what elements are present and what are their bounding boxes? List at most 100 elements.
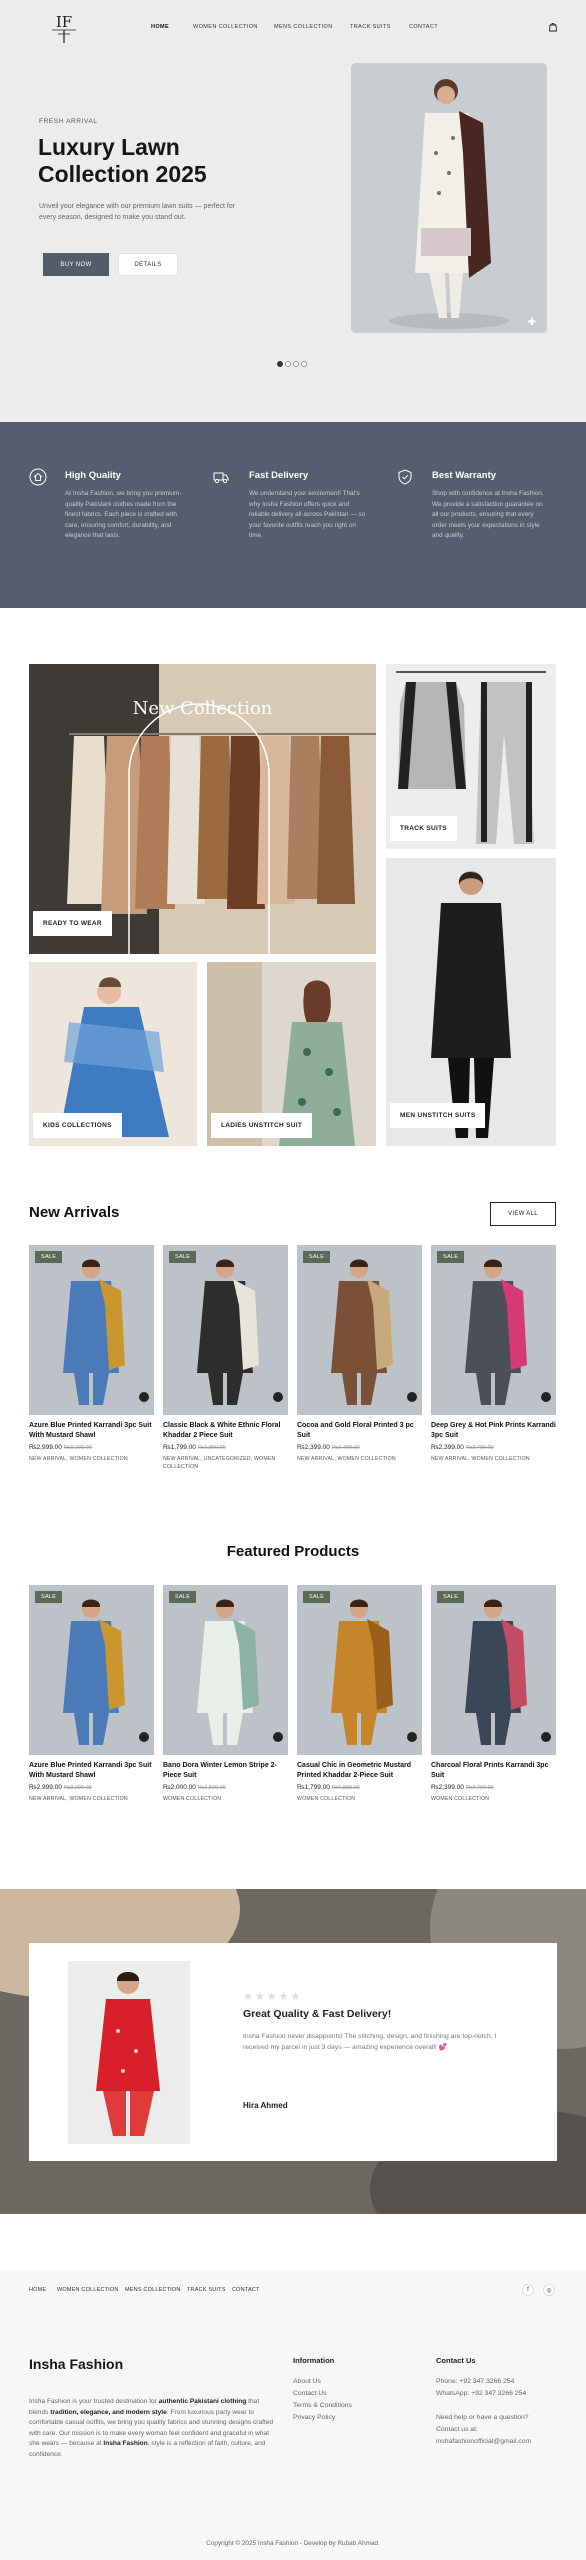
contact-help: Need help or have a question? (436, 2414, 529, 2421)
facebook-icon[interactable]: f (522, 2284, 534, 2296)
footer-link-contact[interactable]: Contact Us (293, 2390, 327, 2397)
product-categories[interactable]: WOMEN COLLECTION (297, 1795, 422, 1803)
product-card[interactable]: SALE Deep Grey & Hot Pink Prints Karrandi… (431, 1245, 556, 1463)
feature-text: At Insha Fashion, we bring you premium-q… (65, 490, 182, 539)
collection-kids[interactable]: KIDS COLLECTIONS (29, 962, 197, 1146)
add-to-cart-icon[interactable] (541, 1732, 551, 1742)
buy-now-button[interactable]: BUY NOW (43, 253, 109, 276)
product-price: ₨1,799.00 ₨1,899.00 (163, 1444, 288, 1451)
sale-price: ₨2,399.00 (297, 1444, 330, 1451)
contact-email[interactable]: inshafashionofficial@gmail.com (436, 2438, 531, 2445)
sale-price: ₨1,799.00 (163, 1444, 196, 1451)
collection-ladies-unstitch-suit[interactable]: LADIES UNSTITCH SUIT (207, 962, 376, 1146)
product-image[interactable]: SALE (431, 1245, 556, 1415)
product-categories[interactable]: WOMEN COLLECTION (163, 1795, 288, 1803)
sale-badge: SALE (437, 1591, 465, 1603)
footer-nav-home[interactable]: HOME (29, 2287, 46, 2293)
old-price: ₨3,299.00 (63, 1445, 92, 1451)
product-image[interactable]: SALE (29, 1585, 154, 1755)
feature-text: We understand your excitement! That's wh… (249, 490, 366, 539)
collection-label[interactable]: LADIES UNSTITCH SUIT (211, 1113, 313, 1138)
footer-link-privacy[interactable]: Privacy Policy (293, 2414, 335, 2421)
product-categories[interactable]: NEW ARRIVAL, UNCATEGORIZED, WOMEN COLLEC… (163, 1455, 288, 1471)
product-image[interactable]: SALE (163, 1585, 288, 1755)
product-categories[interactable]: NEW ARRIVAL, WOMEN COLLECTION (431, 1455, 556, 1463)
hero-eyebrow: FRESH ARRIVAL (39, 118, 98, 125)
product-image[interactable]: SALE (297, 1245, 422, 1415)
product-image[interactable]: SALE (29, 1245, 154, 1415)
carousel-dot[interactable] (301, 361, 307, 367)
product-categories[interactable]: NEW ARRIVAL, WOMEN COLLECTION (29, 1795, 154, 1803)
product-name[interactable]: Charcoal Floral Prints Karrandi 3pc Suit (431, 1761, 556, 1781)
view-all-button[interactable]: VIEW ALL (490, 1202, 556, 1226)
cart-icon[interactable] (548, 22, 558, 32)
product-card[interactable]: SALE Charcoal Floral Prints Karrandi 3pc … (431, 1585, 556, 1803)
nav-contact[interactable]: CONTACT (409, 24, 438, 30)
sale-price: ₨2,999.00 (29, 1784, 62, 1791)
collection-men-unstitch-suits[interactable]: MEN UNSTITCH SUITS (386, 858, 556, 1146)
old-price: ₨2,799.00 (331, 1445, 360, 1451)
old-price: ₨2,500.00 (197, 1785, 226, 1791)
product-name[interactable]: Cocoa and Gold Floral Printed 3 pc Suit (297, 1421, 422, 1441)
product-card[interactable]: SALE Azure Blue Printed Karrandi 3pc Suit… (29, 1245, 154, 1463)
add-to-cart-icon[interactable] (273, 1732, 283, 1742)
brand-logo[interactable]: IF (44, 10, 84, 46)
product-categories[interactable]: NEW ARRIVAL, WOMEN COLLECTION (297, 1455, 422, 1463)
add-to-cart-icon[interactable] (407, 1732, 417, 1742)
product-name[interactable]: Bano Dora Winter Lemon Stripe 2-Piece Su… (163, 1761, 288, 1781)
product-card[interactable]: SALE Bano Dora Winter Lemon Stripe 2-Piec… (163, 1585, 288, 1803)
footer-nav-mens-collection[interactable]: MENS COLLECTION (125, 2287, 181, 2293)
site-header: IF HOME WOMEN COLLECTION MENS COLLECTION… (0, 0, 586, 56)
hero-model-image: ✚ (351, 63, 547, 333)
nav-track-suits[interactable]: TRACK SUITS (350, 24, 391, 30)
about-highlight: Insha Fashion (103, 2440, 148, 2448)
product-name[interactable]: Classic Black & White Ethnic Floral Khad… (163, 1421, 288, 1441)
product-card[interactable]: SALE Cocoa and Gold Floral Printed 3 pc S… (297, 1245, 422, 1463)
home-icon (29, 468, 47, 486)
collection-label[interactable]: MEN UNSTITCH SUITS (390, 1103, 486, 1128)
details-button[interactable]: DETAILS (118, 253, 178, 276)
collection-label[interactable]: READY TO WEAR (33, 911, 112, 936)
contact-phone: Phone: +92 347 3266 254 (436, 2378, 515, 2385)
nav-mens-collection[interactable]: MENS COLLECTION (274, 24, 333, 30)
collection-label[interactable]: TRACK SUITS (390, 816, 457, 841)
sale-price: ₨2,999.00 (29, 1444, 62, 1451)
product-categories[interactable]: NEW ARRIVAL, WOMEN COLLECTION (29, 1455, 154, 1463)
footer-link-about[interactable]: About Us (293, 2378, 321, 2385)
product-image[interactable]: SALE (163, 1245, 288, 1415)
carousel-dot[interactable] (293, 361, 299, 367)
product-name[interactable]: Azure Blue Printed Karrandi 3pc Suit Wit… (29, 1421, 154, 1441)
add-to-cart-icon[interactable] (407, 1392, 417, 1402)
collection-track-suits[interactable]: TRACK SUITS (386, 664, 556, 849)
featured-products-title: Featured Products (226, 1543, 360, 1560)
add-to-cart-icon[interactable] (139, 1392, 149, 1402)
footer-nav-contact[interactable]: CONTACT (232, 2287, 260, 2293)
carousel-dot[interactable] (285, 361, 291, 367)
footer-link-terms[interactable]: Terms & Conditions (293, 2402, 352, 2409)
product-card[interactable]: SALE Azure Blue Printed Karrandi 3pc Suit… (29, 1585, 154, 1803)
nav-home[interactable]: HOME (151, 24, 169, 30)
product-price: ₨1,799.00 ₨1,899.00 (297, 1784, 422, 1791)
product-name[interactable]: Casual Chic in Geometric Mustard Printed… (297, 1761, 422, 1781)
about-highlight: tradition, elegance, and modern style (50, 2408, 167, 2416)
add-to-cart-icon[interactable] (541, 1392, 551, 1402)
svg-text:IF: IF (56, 13, 72, 31)
add-to-cart-icon[interactable] (273, 1392, 283, 1402)
product-name[interactable]: Azure Blue Printed Karrandi 3pc Suit Wit… (29, 1761, 154, 1781)
collection-heading: New Collection (132, 698, 273, 719)
carousel-dot[interactable] (277, 361, 283, 367)
instagram-icon[interactable]: ◎ (543, 2284, 555, 2296)
nav-women-collection[interactable]: WOMEN COLLECTION (193, 24, 258, 30)
product-card[interactable]: SALE Casual Chic in Geometric Mustard Pri… (297, 1585, 422, 1803)
collection-ready-to-wear[interactable]: New Collection READY TO WEAR (29, 664, 376, 954)
product-name[interactable]: Deep Grey & Hot Pink Prints Karrandi 3pc… (431, 1421, 556, 1441)
product-image[interactable]: SALE (431, 1585, 556, 1755)
product-image[interactable]: SALE (297, 1585, 422, 1755)
feature-title: Best Warranty (432, 470, 497, 481)
collection-label[interactable]: KIDS COLLECTIONS (33, 1113, 122, 1138)
footer-nav-women-collection[interactable]: WOMEN COLLECTION (57, 2287, 119, 2293)
product-categories[interactable]: WOMEN COLLECTION (431, 1795, 556, 1803)
footer-nav-track-suits[interactable]: TRACK SUITS (187, 2287, 226, 2293)
add-to-cart-icon[interactable] (139, 1732, 149, 1742)
product-card[interactable]: SALE Classic Black & White Ethnic Floral … (163, 1245, 288, 1471)
